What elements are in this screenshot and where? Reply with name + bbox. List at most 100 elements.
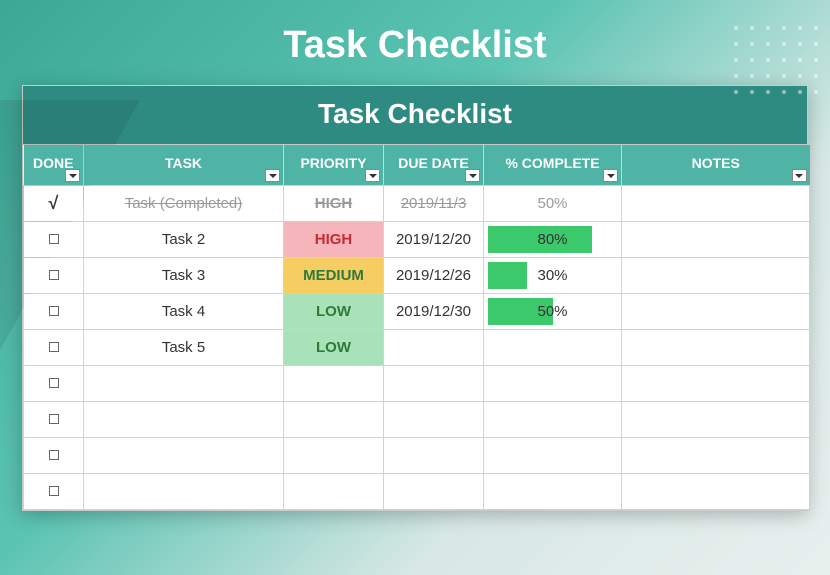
priority-cell[interactable] [284,402,384,438]
task-cell[interactable]: Task 2 [84,222,284,258]
progress-bar-wrap: 30% [484,258,621,293]
notes-cell[interactable] [622,474,810,510]
checkbox-icon [49,486,59,496]
priority-cell[interactable]: LOW [284,330,384,366]
duedate-cell[interactable]: 2019/11/3 [384,186,484,222]
table-row: Task 4LOW2019/12/3050% [24,294,810,330]
notes-cell[interactable] [622,438,810,474]
header-task-label: TASK [165,155,202,171]
header-notes: NOTES [622,145,810,186]
header-done: DONE [24,145,84,186]
header-duedate: DUE DATE [384,145,484,186]
filter-button-task[interactable] [265,169,280,182]
priority-cell[interactable]: HIGH [284,186,384,222]
task-cell[interactable] [84,438,284,474]
filter-button-duedate[interactable] [465,169,480,182]
checkbox-icon [49,414,59,424]
duedate-cell[interactable] [384,438,484,474]
duedate-cell[interactable] [384,474,484,510]
task-cell[interactable]: Task (Completed) [84,186,284,222]
header-notes-label: NOTES [692,155,740,171]
notes-cell[interactable] [622,366,810,402]
filter-button-done[interactable] [65,169,80,182]
task-table: DONE TASK PRIORITY DUE DATE % COMPLETE N… [23,145,810,510]
duedate-cell[interactable] [384,366,484,402]
table-row: Task 3MEDIUM2019/12/2630% [24,258,810,294]
task-cell[interactable]: Task 3 [84,258,284,294]
checkbox-icon [49,450,59,460]
header-priority-label: PRIORITY [300,155,366,171]
complete-cell[interactable] [484,330,622,366]
priority-cell[interactable] [284,474,384,510]
done-cell[interactable] [24,438,84,474]
table-row [24,474,810,510]
checkbox-icon [49,270,59,280]
table-row [24,402,810,438]
filter-button-priority[interactable] [365,169,380,182]
notes-cell[interactable] [622,222,810,258]
done-cell[interactable] [24,402,84,438]
sheet-title: Task Checklist [23,86,807,145]
duedate-cell[interactable] [384,402,484,438]
done-cell[interactable] [24,366,84,402]
priority-cell[interactable] [284,366,384,402]
done-cell[interactable] [24,294,84,330]
priority-cell[interactable]: MEDIUM [284,258,384,294]
priority-cell[interactable]: LOW [284,294,384,330]
task-cell[interactable] [84,474,284,510]
duedate-cell[interactable]: 2019/12/30 [384,294,484,330]
complete-cell[interactable] [484,474,622,510]
duedate-cell[interactable] [384,330,484,366]
task-cell[interactable] [84,366,284,402]
done-cell[interactable] [24,330,84,366]
checkbox-icon [49,234,59,244]
complete-cell[interactable]: 30% [484,258,622,294]
notes-cell[interactable] [622,258,810,294]
progress-bar-wrap: 80% [484,222,621,257]
complete-cell[interactable] [484,402,622,438]
done-cell[interactable] [24,222,84,258]
progress-label: 50% [488,190,617,218]
notes-cell[interactable] [622,294,810,330]
spreadsheet: Task Checklist DONE TASK PRIORITY DUE DA… [22,85,808,511]
progress-label: 50% [488,298,617,326]
complete-cell[interactable] [484,438,622,474]
table-row: √ Task (Completed)HIGH2019/11/350% [24,186,810,222]
done-cell[interactable]: √ [24,186,84,222]
filter-button-complete[interactable] [603,169,618,182]
decorative-dots [734,26,818,94]
table-row [24,366,810,402]
filter-button-notes[interactable] [792,169,807,182]
table-row: Task 2HIGH2019/12/2080% [24,222,810,258]
complete-cell[interactable]: 50% [484,294,622,330]
duedate-cell[interactable]: 2019/12/20 [384,222,484,258]
task-cell[interactable]: Task 5 [84,330,284,366]
checkbox-icon [49,306,59,316]
notes-cell[interactable] [622,330,810,366]
checkmark-icon: √ [49,193,59,213]
header-complete: % COMPLETE [484,145,622,186]
task-cell[interactable]: Task 4 [84,294,284,330]
header-complete-label: % COMPLETE [505,155,599,171]
header-duedate-label: DUE DATE [398,155,469,171]
complete-cell[interactable]: 80% [484,222,622,258]
done-cell[interactable] [24,474,84,510]
progress-label: 80% [488,226,617,254]
page-title: Task Checklist [0,0,830,85]
priority-cell[interactable]: HIGH [284,222,384,258]
complete-cell[interactable] [484,366,622,402]
checkbox-icon [49,378,59,388]
task-cell[interactable] [84,402,284,438]
progress-label: 30% [488,262,617,290]
checkbox-icon [49,342,59,352]
table-row: Task 5LOW [24,330,810,366]
done-cell[interactable] [24,258,84,294]
header-priority: PRIORITY [284,145,384,186]
duedate-cell[interactable]: 2019/12/26 [384,258,484,294]
complete-cell[interactable]: 50% [484,186,622,222]
notes-cell[interactable] [622,186,810,222]
progress-bar-wrap: 50% [484,186,621,221]
header-task: TASK [84,145,284,186]
notes-cell[interactable] [622,402,810,438]
priority-cell[interactable] [284,438,384,474]
